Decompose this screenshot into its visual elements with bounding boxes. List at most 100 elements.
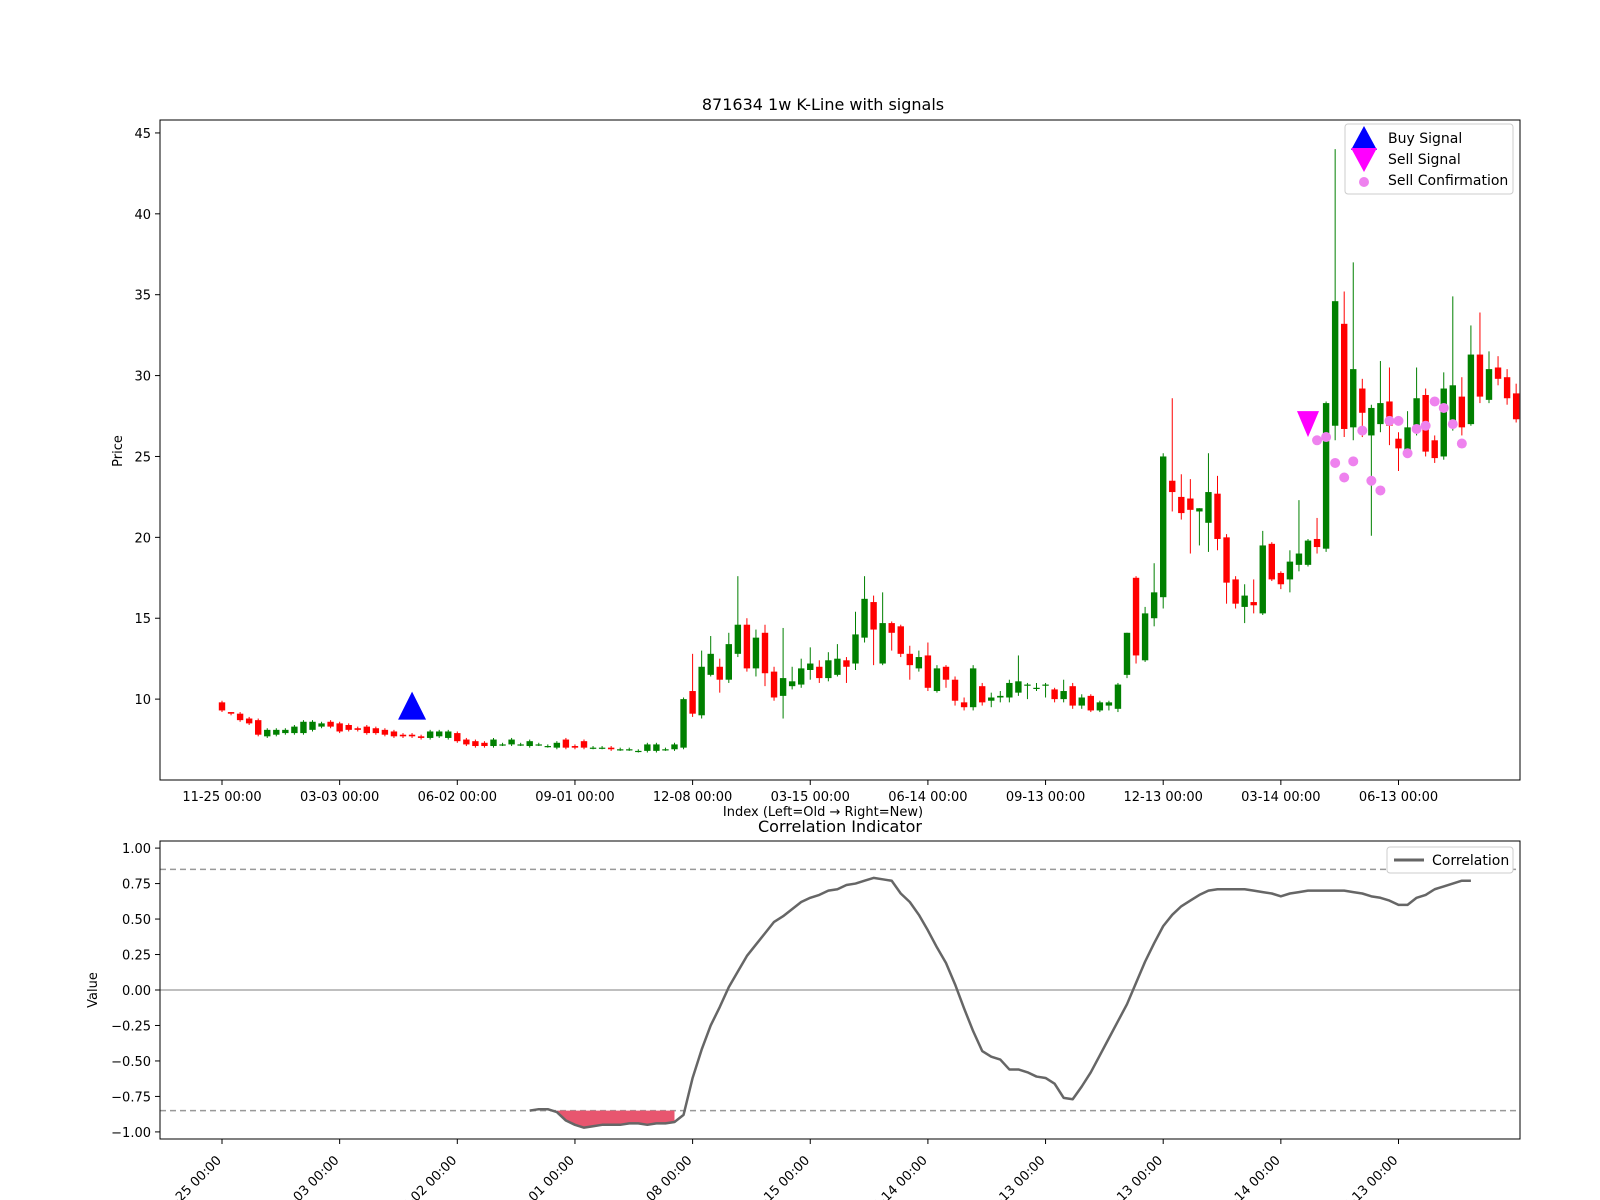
candle-body	[1395, 438, 1402, 449]
candle-body	[1494, 367, 1502, 379]
kline-ytick-label: 20	[134, 531, 151, 546]
candle-body	[1160, 456, 1167, 598]
candle-body	[1476, 354, 1484, 397]
candle-body	[988, 697, 995, 701]
candle-body	[1440, 388, 1447, 457]
corr-axes: 1.00 0.75 0.50 0.25 0.00 −0.25 −0.50 −0.75 −1.00…	[111, 842, 1401, 1200]
sell-confirmation-dot	[1429, 396, 1440, 407]
candle-body	[852, 634, 859, 664]
candle-body	[1512, 393, 1520, 420]
candle-body	[689, 691, 696, 714]
candle-body	[942, 666, 950, 680]
sell-confirmation-dot	[1447, 419, 1458, 430]
candle-body	[399, 734, 407, 737]
corr-ytick-label: −1.00	[111, 1126, 151, 1141]
candle-body	[1286, 561, 1294, 580]
candle-body	[1322, 403, 1330, 549]
candle-body	[1467, 354, 1475, 425]
candle-body	[1368, 407, 1375, 436]
candle-body	[499, 744, 506, 746]
candle-body	[408, 734, 416, 737]
candle-body	[1150, 592, 1158, 619]
sell-confirmation-dot	[1384, 415, 1395, 426]
candle-body	[345, 725, 352, 730]
candle-body	[463, 739, 470, 745]
kline-axes: 10 15 20 25 30 35 40 45 11-25 00:00 03-03 00:00 06…	[134, 127, 1438, 805]
candle-body	[1051, 689, 1058, 700]
candle-body	[309, 721, 316, 730]
candle-body	[1196, 508, 1203, 512]
kline-chart: 871634 1w K-Line with signals Price Inde…	[111, 95, 1521, 820]
corr-xtick-label: 06-14 00:00	[864, 1153, 931, 1200]
candle-body	[454, 733, 461, 742]
candle-body	[526, 741, 533, 747]
kline-xtick-label: 03-14 00:00	[1241, 790, 1320, 805]
candle-body	[227, 712, 235, 714]
kline-ytick-label: 45	[134, 127, 151, 142]
candle-body	[255, 720, 262, 735]
candle-body	[1241, 595, 1248, 607]
candle-body	[354, 728, 361, 730]
kline-ytick-label: 30	[134, 370, 151, 385]
candle-body	[1169, 480, 1176, 493]
candle-body	[662, 749, 669, 751]
candle-body	[888, 623, 895, 633]
candle-body	[1069, 686, 1076, 706]
candle-body	[490, 739, 497, 747]
sell-confirmation-dot	[1411, 423, 1422, 434]
candle-body	[1377, 403, 1384, 425]
candle-body	[1078, 697, 1085, 706]
candle-body	[1024, 684, 1031, 686]
kline-xtick-label: 06-02 00:00	[418, 790, 497, 805]
candle-body	[1250, 602, 1257, 606]
candle-body	[1132, 577, 1140, 656]
candle-body	[1105, 702, 1113, 706]
corr-ylabel: Value	[86, 972, 101, 1008]
candle-body	[807, 663, 814, 670]
corr-xtick-label: 09-01 00:00	[511, 1153, 578, 1200]
sell-confirmation-dot	[1375, 485, 1386, 496]
candle-body	[997, 695, 1004, 698]
corr-ytick-label: 0.00	[122, 984, 151, 999]
candle-body	[1485, 369, 1493, 400]
candle-body	[436, 731, 443, 737]
corr-xtick-label: 03-03 00:00	[276, 1153, 343, 1200]
candle-body	[1178, 496, 1185, 514]
candle-body	[626, 749, 633, 751]
kline-xtick-label: 09-01 00:00	[535, 790, 614, 805]
candle-body	[1268, 543, 1275, 580]
candle-body	[535, 744, 542, 746]
candle-body	[300, 721, 307, 734]
candle-body	[707, 653, 714, 675]
kline-plot-frame	[159, 119, 1521, 781]
sell-confirmation-dot	[1402, 448, 1413, 459]
kline-ytick-label: 15	[134, 612, 151, 627]
candle-body	[816, 666, 823, 679]
kline-ytick-label: 25	[134, 450, 151, 465]
candle-body	[1350, 369, 1357, 428]
candle-body	[1458, 396, 1466, 428]
corr-xtick-label: 12-13 00:00	[1099, 1153, 1166, 1200]
candle-body	[770, 671, 778, 698]
candle-body	[653, 744, 660, 751]
corr-xtick-label: 03-14 00:00	[1217, 1153, 1284, 1200]
candle-body	[472, 741, 479, 747]
corr-ytick-label: 0.50	[122, 913, 151, 928]
corr-ytick-label: −0.50	[111, 1055, 151, 1070]
candle-body	[1359, 388, 1366, 413]
corr-xtick-label: 06-02 00:00	[393, 1153, 460, 1200]
kline-xtick-label: 03-15 00:00	[771, 790, 850, 805]
candle-body	[1313, 538, 1321, 548]
candle-body	[825, 660, 832, 679]
kline-ytick-label: 35	[134, 289, 151, 304]
corr-legend: Correlation	[1386, 846, 1514, 874]
sell-confirmation-dot	[1420, 420, 1431, 431]
candle-body	[381, 729, 389, 735]
corr-series-line	[529, 876, 1471, 1129]
kline-xtick-label: 06-13 00:00	[1359, 790, 1438, 805]
sell-confirmation-dot	[1348, 456, 1359, 467]
legend-confirm-label: Sell Confirmation	[1388, 173, 1508, 189]
candle-body	[1214, 493, 1221, 539]
candle-body	[571, 746, 579, 748]
kline-xtick-label: 12-13 00:00	[1124, 790, 1203, 805]
